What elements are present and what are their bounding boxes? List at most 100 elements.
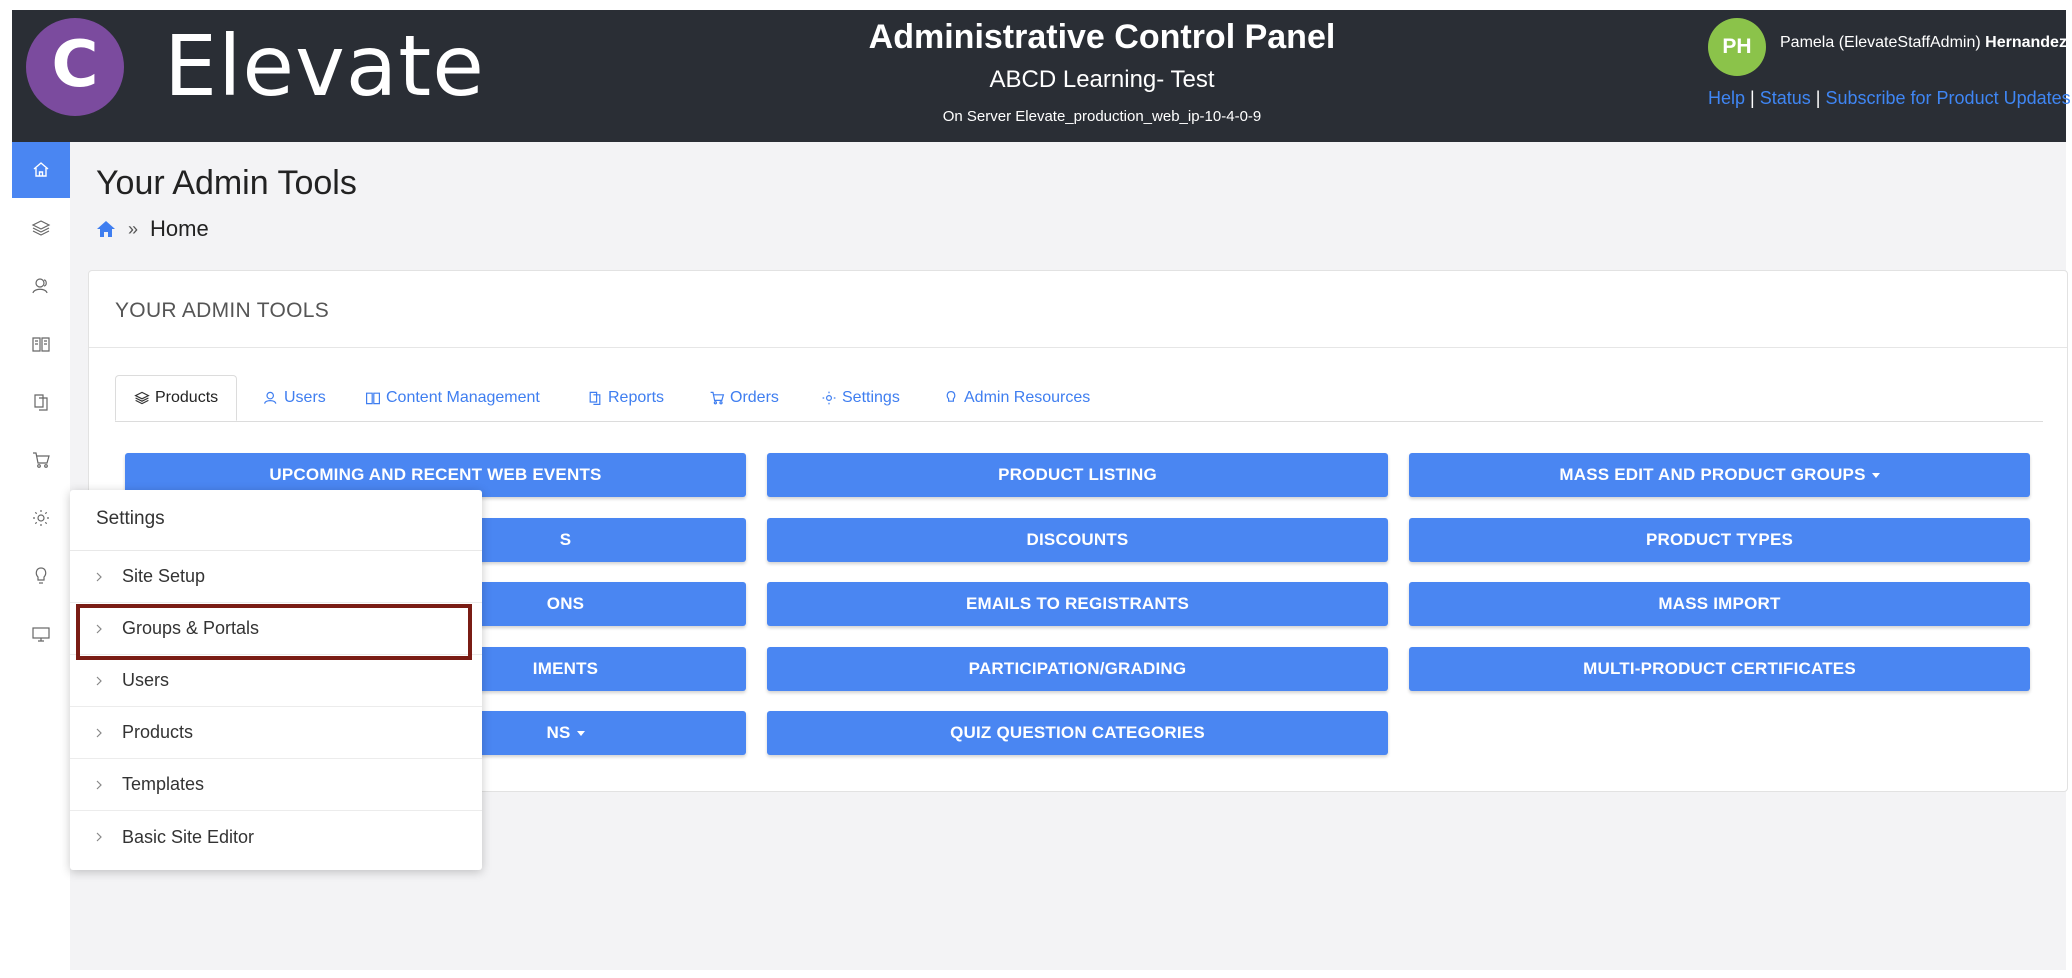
button-label: MASS IMPORT xyxy=(1658,594,1781,613)
chevron-right-icon xyxy=(96,572,102,581)
button-label: ONS xyxy=(546,594,585,613)
site-name: ABCD Learning- Test xyxy=(989,66,1215,93)
emails-to-registrants-button[interactable]: EMAILS TO REGISTRANTS xyxy=(767,582,1388,626)
link-separator: | xyxy=(1750,88,1755,108)
participation-grading-button[interactable]: PARTICIPATION/GRADING xyxy=(767,647,1388,691)
tab-content-management[interactable]: Content Management xyxy=(365,375,540,421)
flyout-title: Settings xyxy=(96,508,165,529)
sidebar-item-reports[interactable] xyxy=(12,374,70,430)
flyout-item-basic-site-editor[interactable]: Basic Site Editor xyxy=(70,811,482,863)
sidebar-item-home[interactable] xyxy=(12,142,70,198)
button-label: S xyxy=(559,530,572,549)
icon-sidebar xyxy=(12,142,71,970)
product-listing-button[interactable]: PRODUCT LISTING xyxy=(767,453,1388,497)
layers-icon xyxy=(31,220,51,236)
caret-down-icon xyxy=(576,730,585,736)
button-label: IMENTS xyxy=(532,659,599,678)
settings-flyout-menu: Settings Site Setup Groups & Portals Use… xyxy=(70,490,482,870)
reports-icon xyxy=(589,391,601,405)
flyout-item-templates[interactable]: Templates xyxy=(70,759,482,811)
tab-label: Products xyxy=(155,389,219,406)
reports-icon xyxy=(34,394,48,411)
home-icon xyxy=(33,162,49,177)
button-label: MASS EDIT AND PRODUCT GROUPS xyxy=(1559,465,1866,484)
layers-icon xyxy=(134,391,150,405)
sidebar-item-products[interactable] xyxy=(12,200,70,256)
book-icon xyxy=(366,392,380,405)
logo-letter: C xyxy=(51,28,99,102)
tab-label: Orders xyxy=(730,389,779,406)
mass-import-button[interactable]: MASS IMPORT xyxy=(1409,582,2030,626)
tab-users[interactable]: Users xyxy=(263,375,326,421)
multi-product-certificates-button[interactable]: MULTI-PRODUCT CERTIFICATES xyxy=(1409,647,2030,691)
elevate-logo-icon[interactable]: C xyxy=(26,18,124,116)
discounts-button[interactable]: DISCOUNTS xyxy=(767,518,1388,562)
button-label: PARTICIPATION/GRADING xyxy=(968,659,1187,678)
subscribe-link[interactable]: Subscribe for Product Updates xyxy=(1826,88,2071,108)
sidebar-item-display[interactable] xyxy=(12,606,70,662)
chevron-right-icon xyxy=(96,832,102,842)
monitor-icon xyxy=(32,627,50,642)
flyout-item-label: Templates xyxy=(122,774,205,794)
sidebar-item-orders[interactable] xyxy=(12,432,70,488)
link-separator: | xyxy=(1815,88,1821,108)
users-icon xyxy=(264,391,277,404)
breadcrumb: » Home xyxy=(96,216,209,242)
cart-icon xyxy=(710,391,725,405)
chevron-right-icon xyxy=(96,728,102,737)
tab-settings[interactable]: Settings xyxy=(821,375,900,421)
flyout-item-products[interactable]: Products xyxy=(70,707,482,759)
tab-products[interactable]: Products xyxy=(115,375,238,421)
book-icon xyxy=(32,337,50,352)
cart-icon xyxy=(33,452,50,468)
gear-icon xyxy=(822,391,836,405)
flyout-item-label: Products xyxy=(122,722,194,742)
page-title: Your Admin Tools xyxy=(96,164,357,202)
server-info: On Server Elevate_production_web_ip-10-4… xyxy=(942,108,1262,125)
button-label: DISCOUNTS xyxy=(1026,530,1129,549)
sidebar-item-content[interactable] xyxy=(12,316,70,372)
status-link[interactable]: Status xyxy=(1760,88,1811,108)
tab-orders[interactable]: Orders xyxy=(709,375,779,421)
user-last-name: Hernandez xyxy=(1985,34,2067,51)
button-label: MULTI-PRODUCT CERTIFICATES xyxy=(1583,659,1856,678)
chevron-right-icon xyxy=(96,676,102,685)
tab-label: Users xyxy=(284,389,326,406)
button-label: PRODUCT TYPES xyxy=(1645,530,1794,549)
header-links: Help | Status | Subscribe for Product Up… xyxy=(1708,88,2071,109)
sidebar-item-settings[interactable] xyxy=(12,490,70,546)
tab-label: Admin Resources xyxy=(964,389,1091,406)
card-header: YOUR ADMIN TOOLS xyxy=(89,271,2067,348)
button-label: EMAILS TO REGISTRANTS xyxy=(965,594,1189,613)
sidebar-item-resources[interactable] xyxy=(12,548,70,604)
breadcrumb-separator: » xyxy=(128,218,139,239)
quiz-question-categories-button[interactable]: QUIZ QUESTION CATEGORIES xyxy=(767,711,1388,755)
chevron-right-icon xyxy=(96,780,102,789)
home-icon[interactable] xyxy=(96,220,116,238)
tab-reports[interactable]: Reports xyxy=(587,375,664,421)
sidebar-item-users[interactable] xyxy=(12,258,70,314)
flyout-item-site-setup[interactable]: Site Setup xyxy=(70,551,482,603)
highlight-box xyxy=(76,604,472,660)
tab-label: Content Management xyxy=(386,389,540,406)
button-label: NS xyxy=(546,723,571,742)
brand-name[interactable]: Elevate xyxy=(164,24,485,108)
admin-tabs: Products Users Content Management Report… xyxy=(115,375,2043,422)
card-title: YOUR ADMIN TOOLS xyxy=(115,299,330,322)
lightbulb-icon xyxy=(946,390,956,402)
users-icon xyxy=(32,278,48,294)
flyout-item-users[interactable]: Users xyxy=(70,655,482,707)
tab-admin-resources[interactable]: Admin Resources xyxy=(943,375,1090,421)
panel-title: Administrative Control Panel xyxy=(868,18,1336,56)
lightbulb-icon xyxy=(35,567,47,584)
avatar[interactable]: PH xyxy=(1708,18,1766,76)
mass-edit-product-groups-button[interactable]: MASS EDIT AND PRODUCT GROUPS xyxy=(1409,453,2030,497)
user-first-name: Pamela (ElevateStaffAdmin) xyxy=(1780,34,1986,51)
flyout-item-label: Users xyxy=(122,670,170,690)
button-label: PRODUCT LISTING xyxy=(998,465,1157,484)
help-link[interactable]: Help xyxy=(1708,88,1745,108)
product-types-button[interactable]: PRODUCT TYPES xyxy=(1409,518,2030,562)
flyout-item-label: Site Setup xyxy=(122,566,206,586)
user-name[interactable]: Pamela (ElevateStaffAdmin) Hernandez xyxy=(1780,34,2067,52)
button-label: UPCOMING AND RECENT WEB EVENTS xyxy=(269,465,602,484)
